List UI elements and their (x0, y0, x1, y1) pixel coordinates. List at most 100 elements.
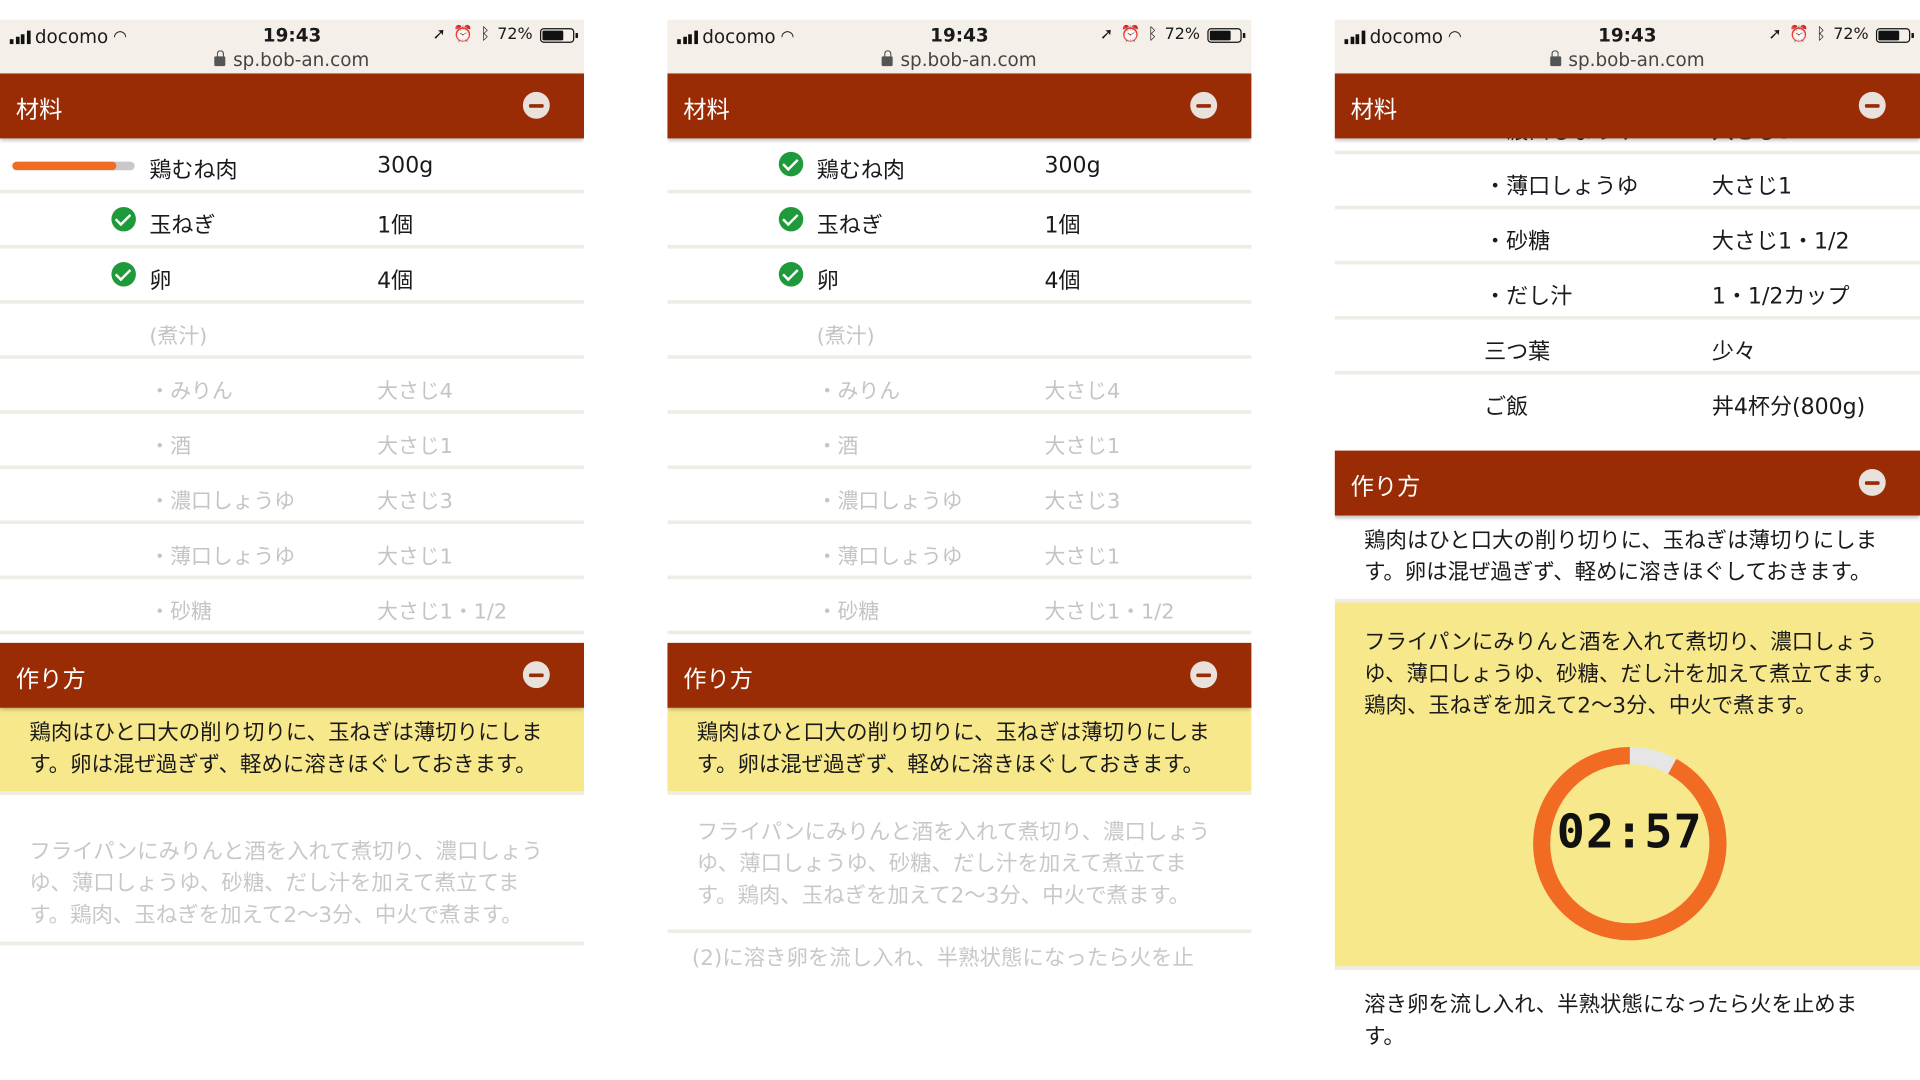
collapse-icon[interactable] (1858, 468, 1886, 496)
ingredient-row[interactable]: ・薄口しょうゆ 大さじ1 (0, 524, 585, 580)
ingredient-row[interactable]: 鶏むね肉 300g (667, 138, 1252, 194)
bluetooth-icon: ᛒ (480, 25, 490, 45)
ingredient-row[interactable]: ・薄口しょうゆ 大さじ1 (1334, 154, 1920, 210)
address-bar[interactable]: sp.bob-an.com (0, 49, 584, 71)
url-text: sp.bob-an.com (900, 48, 1037, 72)
step-item[interactable]: 鶏肉はひと口大の削り切りに、玉ねぎは薄切りにします。卵は混ぜ過ぎず、軽めに溶きほ… (1334, 516, 1920, 603)
ingredient-row[interactable]: 鶏むね肉 300g (0, 138, 585, 194)
url-text: sp.bob-an.com (233, 48, 370, 72)
progress-bar (12, 161, 135, 171)
battery-percent: 72% (497, 25, 533, 45)
ingredients-header[interactable]: 材料 (667, 73, 1252, 139)
ingredient-row[interactable]: ・酒 大さじ1 (667, 414, 1252, 469)
ingredient-amount: 大さじ3 (1712, 138, 1792, 145)
ingredient-amount: 1・1/2カップ (1711, 284, 1850, 310)
ingredient-row[interactable]: 卵 4個 (0, 249, 585, 304)
collapse-icon[interactable] (1190, 661, 1218, 689)
step-item[interactable]: 溶き卵を流し入れ、半熟状態になったら火を止めます。 (1335, 970, 1920, 1061)
battery-icon (540, 27, 578, 43)
ingredient-amount: 大さじ1・1/2 (377, 600, 508, 625)
ingredient-amount: 1個 (377, 213, 414, 239)
ingredient-name: 三つ葉 (1484, 339, 1551, 365)
step-item[interactable]: 鶏肉はひと口大の削り切りに、玉ねぎは薄切りにします。卵は混ぜ過ぎず、軽めに溶きほ… (0, 707, 585, 795)
ingredient-name: ・濃口しょうゆ (1484, 138, 1638, 145)
ingredient-row[interactable]: 卵 4個 (667, 249, 1252, 304)
check-icon (778, 151, 804, 177)
ingredient-name: ・砂糖 (1484, 228, 1551, 255)
ingredient-row[interactable]: ・濃口しょうゆ 大さじ3 (0, 469, 585, 525)
method-header[interactable]: 作り方 (1334, 450, 1920, 516)
ingredient-row[interactable]: ・砂糖 大さじ1・1/2 (0, 579, 585, 635)
phone-screen-3: docomo ◠ 19:43 ➚ ⏰ ᛒ 72% sp.bob-an.com 材… (1334, 19, 1920, 1061)
ingredient-row[interactable]: ・みりん 大さじ4 (0, 359, 585, 414)
countdown-timer[interactable]: 02:57 (1531, 744, 1729, 942)
ingredient-amount: 大さじ3 (377, 489, 453, 515)
battery-percent: 72% (1164, 25, 1201, 45)
ingredient-row[interactable]: 玉ねぎ 1個 (667, 193, 1252, 249)
ingredients-header[interactable]: 材料 (1334, 73, 1920, 139)
ingredient-row[interactable]: ・薄口しょうゆ 大さじ1 (667, 524, 1252, 580)
ingredient-name: ・薄口しょうゆ (1484, 173, 1639, 200)
ingredient-row[interactable]: 三つ葉 少々 (1334, 320, 1920, 375)
ingredient-row[interactable]: ・濃口しょうゆ 大さじ3 (667, 469, 1252, 525)
ingredient-amount: 大さじ1 (1044, 544, 1121, 570)
collapse-icon[interactable] (1858, 91, 1886, 119)
alarm-icon: ⏰ (453, 25, 474, 45)
ingredient-amount: 大さじ1 (1711, 173, 1792, 200)
ingredient-name: ・濃口しょうゆ (816, 489, 963, 515)
step-text: フライパンにみりんと酒を入れて煮切り、濃口しょうゆ、薄口しょうゆ、砂糖、だし汁を… (1364, 630, 1895, 719)
ingredient-row[interactable]: ・砂糖 大さじ1・1/2 (667, 579, 1252, 635)
method-header[interactable]: 作り方 (667, 642, 1252, 708)
ingredient-name: 玉ねぎ (149, 213, 216, 239)
step-item[interactable]: (2)に溶き卵を流し入れ、半熟状態になったら火を止 (667, 933, 1251, 984)
ingredients-title: 材料 (683, 96, 730, 124)
ingredient-amount: 4個 (377, 268, 414, 294)
ingredient-row[interactable]: (煮汁) (667, 304, 1252, 359)
ingredient-row[interactable]: ・濃口しょうゆ 大さじ3 (1334, 138, 1920, 155)
ingredient-name: 鶏むね肉 (816, 157, 905, 184)
step-item[interactable]: フライパンにみりんと酒を入れて煮切り、濃口しょうゆ、薄口しょうゆ、砂糖、だし汁を… (0, 795, 585, 946)
lock-icon (1550, 50, 1562, 67)
ingredient-amount: 大さじ1・1/2 (1711, 228, 1850, 255)
method-header[interactable]: 作り方 (0, 642, 585, 708)
collapse-icon[interactable] (522, 91, 550, 119)
ingredient-name: ・薄口しょうゆ (149, 544, 296, 570)
ingredient-name: (煮汁) (816, 324, 875, 349)
ingredient-name: ・だし汁 (1484, 284, 1573, 310)
step-item[interactable]: 鶏肉はひと口大の削り切りに、玉ねぎは薄切りにします。卵は混ぜ過ぎず、軽めに溶きほ… (667, 707, 1252, 795)
bluetooth-icon: ᛒ (1147, 25, 1158, 45)
ingredient-row[interactable]: ・だし汁1・1/2カップ (0, 634, 584, 643)
ingredient-row[interactable]: (煮汁) (0, 304, 585, 359)
ingredient-row[interactable]: ご飯 丼4杯分(800g) (1335, 375, 1920, 430)
ingredient-name: 卵 (149, 268, 172, 294)
status-bar: docomo ◠ 19:43 ➚ ⏰ ᛒ 72% sp.bob-an.com (0, 19, 585, 74)
status-right: ➚ ⏰ ᛒ 72% (1099, 25, 1246, 45)
location-icon: ➚ (1099, 25, 1114, 45)
ingredients-title: 材料 (15, 96, 63, 124)
location-icon: ➚ (1768, 25, 1782, 45)
ingredients-header[interactable]: 材料 (0, 73, 585, 139)
ingredient-row[interactable]: 玉ねぎ 1個 (0, 193, 585, 249)
ingredient-row[interactable]: ・みりん 大さじ4 (667, 359, 1252, 414)
collapse-icon[interactable] (1190, 91, 1218, 119)
address-bar[interactable]: sp.bob-an.com (1335, 49, 1920, 71)
ingredient-name: ・みりん (816, 379, 901, 405)
ingredient-amount: 300g (377, 153, 434, 179)
step-item-active[interactable]: フライパンにみりんと酒を入れて煮切り、濃口しょうゆ、薄口しょうゆ、砂糖、だし汁を… (1334, 602, 1920, 970)
battery-icon (1207, 27, 1246, 43)
ingredient-row[interactable]: ・だし汁1・1/2カップ (667, 634, 1251, 643)
ingredient-row[interactable]: ・酒 大さじ1 (0, 414, 585, 469)
ingredient-row[interactable]: ・砂糖 大さじ1・1/2 (1334, 209, 1920, 265)
method-title: 作り方 (1350, 473, 1421, 501)
address-bar[interactable]: sp.bob-an.com (667, 49, 1251, 71)
status-right: ➚ ⏰ ᛒ 72% (1768, 25, 1914, 45)
step-item[interactable]: フライパンにみりんと酒を入れて煮切り、濃口しょうゆ、薄口しょうゆ、砂糖、だし汁を… (667, 795, 1252, 934)
ingredient-list: 鶏むね肉 300g 玉ねぎ 1個 卵 4個 (煮汁) ・みりん 大さじ4 ・酒 大さ… (0, 138, 585, 643)
collapse-icon[interactable] (522, 661, 550, 689)
status-right: ➚ ⏰ ᛒ 72% (432, 25, 578, 45)
phone-screen-1: docomo ◠ 19:43 ➚ ⏰ ᛒ 72% sp.bob-an.com 材… (0, 19, 585, 1061)
ingredient-row[interactable]: ・だし汁 1・1/2カップ (1334, 264, 1920, 320)
ingredient-amount: 1個 (1044, 213, 1081, 239)
location-icon: ➚ (432, 25, 446, 45)
method-title: 作り方 (15, 666, 86, 694)
